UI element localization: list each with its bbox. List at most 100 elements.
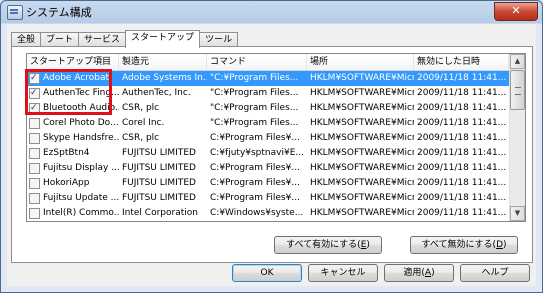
enable-all-button[interactable]: すべて有効にする(E)	[274, 236, 382, 254]
date-disabled-cell: 2009/11/18 11:41...	[417, 88, 507, 98]
startup-item-label: EzSptBtn4	[43, 148, 90, 158]
date-disabled-cell: 2009/11/18 11:41...	[417, 193, 507, 203]
ok-button[interactable]: OK	[232, 264, 302, 282]
location-cell: HKLM¥SOFTWARE¥Micr...	[310, 103, 414, 113]
apply-button[interactable]: 適用(A)	[384, 264, 454, 282]
location-cell: HKLM¥SOFTWARE¥Micr...	[310, 118, 414, 128]
disable-all-button[interactable]: すべて無効にする(D)	[410, 236, 518, 254]
startup-item-cell: Corel Photo Do...	[27, 116, 119, 131]
command-cell: C:¥fjuty¥sptnavi¥E...	[210, 148, 304, 158]
manufacturer-cell: CSR, plc	[122, 103, 160, 113]
startup-item-cell: Skype Handsfre...	[27, 131, 119, 146]
annotation-highlight-box	[25, 69, 112, 115]
column-header-date-disabled[interactable]: 無効にした日時	[414, 54, 509, 70]
close-button[interactable]: ✕	[494, 2, 538, 21]
location-cell: HKLM¥SOFTWARE¥Micr...	[310, 178, 414, 188]
command-cell: C:¥Windows¥syste...	[210, 208, 304, 218]
scroll-up-icon[interactable]: ▲	[510, 54, 525, 69]
location-cell: HKLM¥SOFTWARE¥Micr...	[307, 221, 414, 222]
table-row[interactable]: EzSptBtn4 FUJITSU LIMITED C:¥fjuty¥sptnavi…	[27, 146, 509, 161]
startup-item-label: Intel(R) Commo...	[43, 221, 119, 222]
manufacturer-cell: Corel Inc.	[122, 118, 165, 128]
help-button[interactable]: ヘルプ	[460, 264, 530, 282]
startup-item-cell: Intel(R) Commo...	[27, 221, 119, 222]
manufacturer-cell: FUJITSU LIMITED	[122, 163, 196, 173]
location-cell: HKLM¥SOFTWARE¥Micr...	[307, 71, 414, 86]
vertical-scrollbar[interactable]: ▲ ▼	[509, 54, 525, 221]
startup-item-label: Fujitsu Update ...	[43, 193, 119, 203]
manufacturer-cell: Intel Corporation	[122, 208, 198, 218]
tab-strip: 全般 ブート サービス スタートアップ ツール	[11, 30, 239, 48]
table-row[interactable]: Skype Handsfre... CSR, plc C:¥Program File…	[27, 131, 509, 146]
apply-label: 適用(	[403, 268, 425, 278]
scroll-down-icon[interactable]: ▼	[510, 206, 525, 221]
startup-item-label: Fujitsu Display ...	[43, 163, 119, 173]
manufacturer-cell: FUJITSU LIMITED	[122, 148, 196, 158]
enable-all-label: すべて有効にする(	[286, 240, 361, 250]
window-title: システム構成	[26, 6, 92, 19]
startup-item-label: HokoriApp	[43, 178, 90, 188]
startup-item-cell: Intel(R) Commo...	[27, 206, 119, 221]
table-row[interactable]: Fujitsu Update ... FUJITSU LIMITED C:¥Prog…	[27, 191, 509, 206]
startup-item-cell: HokoriApp	[27, 176, 119, 191]
date-disabled-cell: 2009/11/18 11:41...	[417, 103, 507, 113]
manufacturer-cell: Intel Corporation	[119, 221, 207, 222]
location-cell: HKLM¥SOFTWARE¥Micr...	[310, 133, 414, 143]
startup-item-label: Corel Photo Do...	[43, 118, 119, 128]
location-cell: HKLM¥SOFTWARE¥Micr...	[310, 88, 414, 98]
enable-all-accesskey: E	[360, 240, 367, 250]
column-header-startup-item[interactable]: スタートアップ項目	[27, 54, 119, 70]
startup-checkbox[interactable]	[29, 178, 40, 189]
startup-checkbox[interactable]	[29, 163, 40, 174]
manufacturer-cell: CSR, plc	[122, 133, 160, 143]
startup-checkbox[interactable]	[29, 133, 40, 144]
table-row[interactable]: HokoriApp FUJITSU LIMITED C:¥Program Files…	[27, 176, 509, 191]
manufacturer-cell: FUJITSU LIMITED	[122, 178, 196, 188]
column-header-manufacturer[interactable]: 製造元	[119, 54, 207, 70]
command-cell: C:¥Program Files¥...	[210, 163, 300, 173]
startup-checkbox[interactable]	[29, 193, 40, 204]
tab-startup[interactable]: スタートアップ	[125, 30, 201, 48]
cancel-button[interactable]: キャンセル	[308, 264, 378, 282]
startup-item-cell: EzSptBtn4	[27, 146, 119, 161]
command-cell: C:¥Program Files¥...	[210, 178, 300, 188]
title-bar[interactable]: システム構成 ✕	[1, 1, 542, 23]
system-configuration-window: システム構成 ✕ 全般 ブート サービス スタートアップ ツール スタートアップ…	[0, 0, 543, 293]
date-disabled-cell: 2009/11/18 11:41...	[417, 133, 507, 143]
date-disabled-cell: 2009/11/18 11:41...	[417, 118, 507, 128]
manufacturer-cell: AuthenTec, Inc.	[122, 88, 191, 98]
disable-all-accesskey: D	[496, 240, 504, 250]
column-header-command[interactable]: コマンド	[207, 54, 307, 70]
command-cell: C:¥Program Files¥...	[210, 133, 300, 143]
startup-item-label: Intel(R) Commo...	[43, 208, 119, 218]
location-cell: HKLM¥SOFTWARE¥Micr...	[310, 148, 414, 158]
date-disabled-cell: 2009/11/18 11:41...	[417, 208, 507, 218]
table-row[interactable]: Corel Photo Do... Corel Inc. "C:¥Program F…	[27, 116, 509, 131]
dialog-client-area: 全般 ブート サービス スタートアップ ツール スタートアップ項目 製造元 コマ…	[7, 24, 536, 286]
command-cell: C:¥Program Files¥...	[210, 193, 300, 203]
grip-icon	[515, 87, 521, 95]
startup-item-cell: Fujitsu Update ...	[27, 191, 119, 206]
location-cell: HKLM¥SOFTWARE¥Micr...	[310, 208, 414, 218]
table-row[interactable]: Intel(R) Commo...Intel CorporationC:¥Win…	[27, 221, 509, 222]
location-cell: HKLM¥SOFTWARE¥Micr...	[310, 163, 414, 173]
msconfig-icon	[7, 5, 23, 20]
command-cell: C:¥Windows¥syste...	[207, 221, 307, 222]
command-cell: "C:¥Program Files...	[210, 103, 299, 113]
scroll-thumb[interactable]	[510, 70, 525, 110]
date-disabled-cell: 2009/11/18 11:41...	[414, 221, 509, 222]
startup-item-cell: Fujitsu Display ...	[27, 161, 119, 176]
manufacturer-cell: Adobe Systems In...	[119, 71, 207, 86]
startup-checkbox[interactable]	[29, 208, 40, 219]
location-cell: HKLM¥SOFTWARE¥Micr...	[310, 193, 414, 203]
date-disabled-cell: 2009/11/18 11:41...	[417, 178, 507, 188]
table-row[interactable]: Fujitsu Display ... FUJITSU LIMITED C:¥Pro…	[27, 161, 509, 176]
column-header-location[interactable]: 場所	[307, 54, 414, 70]
command-cell: "C:¥Program Files...	[210, 88, 299, 98]
disable-all-label: すべて無効にする(	[421, 240, 497, 250]
table-row[interactable]: Intel(R) Commo...Intel CorporationC:¥Win…	[27, 206, 509, 221]
date-disabled-cell: 2009/11/18 11:41...	[417, 148, 507, 158]
startup-checkbox[interactable]	[29, 118, 40, 129]
command-cell: "C:¥Program Files...	[210, 118, 299, 128]
startup-checkbox[interactable]	[29, 148, 40, 159]
